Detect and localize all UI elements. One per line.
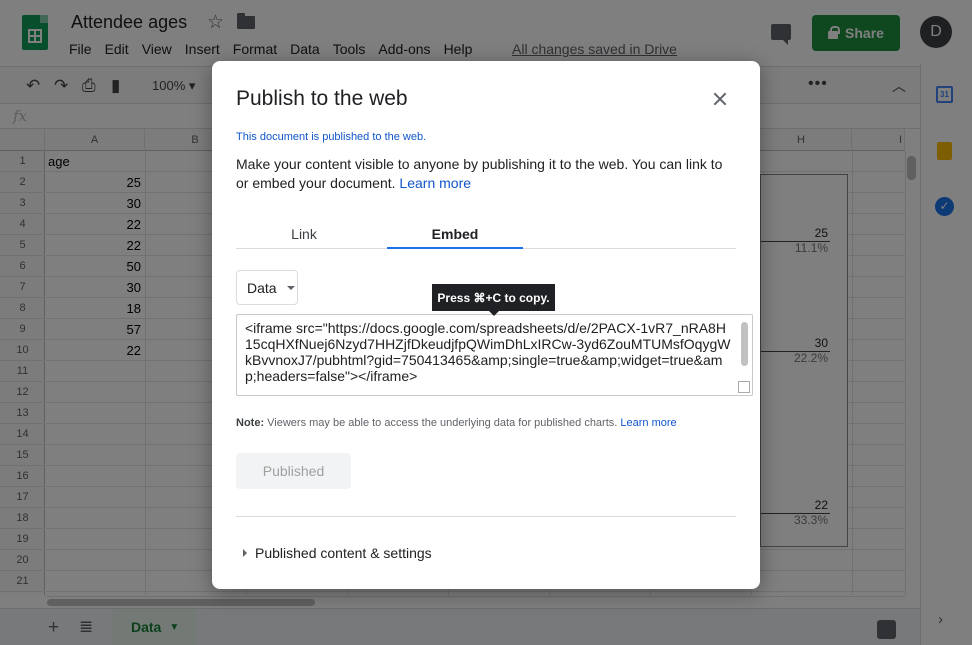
embed-code-field[interactable]: <iframe src="https://docs.google.com/spr… (236, 314, 753, 396)
dialog-description: Make your content visible to anyone by p… (236, 155, 736, 193)
divider (236, 516, 736, 517)
note-learn-more-link[interactable]: Learn more (620, 417, 676, 429)
copy-tooltip: Press ⌘+C to copy. (432, 284, 555, 316)
settings-toggle-label: Published content & settings (255, 545, 432, 561)
dropdown-arrow-icon (286, 285, 295, 290)
resize-handle-icon[interactable] (738, 381, 750, 393)
embed-code-scroll-thumb[interactable] (741, 322, 748, 366)
description-text: Make your content visible to anyone by p… (236, 156, 723, 191)
sheet-select[interactable]: Data (236, 270, 298, 305)
sheet-select-value: Data (247, 279, 277, 296)
published-notice: This document is published to the web. (236, 131, 427, 143)
note-text: Note: Viewers may be able to access the … (236, 417, 677, 429)
tab-link[interactable]: Link (236, 221, 372, 249)
learn-more-link[interactable]: Learn more (399, 175, 471, 191)
dialog-title: Publish to the web (236, 87, 408, 110)
publish-tabs: Link Embed (236, 221, 736, 249)
tab-embed[interactable]: Embed (387, 221, 523, 249)
publish-dialog: Publish to the web This document is publ… (212, 61, 760, 589)
note-label: Note: (236, 417, 265, 429)
close-icon[interactable] (710, 89, 730, 109)
published-settings-toggle[interactable]: Published content & settings (243, 545, 432, 561)
expand-arrow-icon (243, 549, 247, 557)
note-body: Viewers may be able to access the underl… (264, 417, 621, 429)
published-button[interactable]: Published (236, 453, 351, 489)
